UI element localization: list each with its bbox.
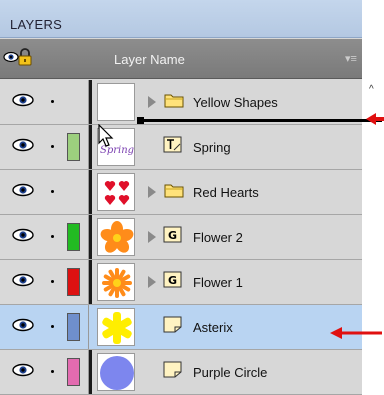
layer-visibility-cell bbox=[0, 125, 89, 169]
annotation-arrow-icon bbox=[330, 327, 382, 339]
layer-row[interactable]: G Flower 1 bbox=[0, 260, 362, 305]
layers-panel: LAYERS Layer Name ▾≡ Yellow Shapes Spring… bbox=[0, 0, 362, 395]
layer-thumbnail[interactable] bbox=[97, 308, 135, 346]
layer-thumbnail[interactable] bbox=[97, 173, 135, 211]
lock-toggle[interactable] bbox=[51, 370, 54, 373]
layer-color-swatch[interactable] bbox=[67, 358, 80, 386]
svg-text:G: G bbox=[168, 274, 177, 287]
layer-visibility-cell bbox=[0, 350, 89, 394]
layer-row[interactable]: G Flower 2 bbox=[0, 215, 362, 260]
layer-thumbnail[interactable] bbox=[97, 218, 135, 256]
layer-name[interactable]: Red Hearts bbox=[193, 185, 259, 200]
scroll-up-icon[interactable]: ^ bbox=[369, 84, 374, 95]
expand-triangle-icon[interactable] bbox=[148, 276, 156, 288]
layer-row[interactable]: Purple Circle bbox=[0, 350, 362, 395]
eye-icon[interactable] bbox=[11, 93, 35, 107]
lock-toggle[interactable] bbox=[51, 100, 54, 103]
panel-title-bar[interactable]: LAYERS bbox=[0, 0, 362, 38]
panel-menu-icon[interactable]: ▾≡ bbox=[345, 52, 357, 65]
layer-thumbnail[interactable] bbox=[97, 83, 135, 121]
layer-visibility-cell bbox=[0, 170, 89, 214]
layer-color-swatch[interactable] bbox=[67, 223, 80, 251]
eye-icon[interactable] bbox=[11, 228, 35, 242]
layer-visibility-cell bbox=[0, 260, 89, 304]
eye-icon[interactable] bbox=[11, 183, 35, 197]
panel-title: LAYERS bbox=[10, 17, 63, 32]
group-icon: G bbox=[163, 226, 183, 244]
svg-text:G: G bbox=[168, 229, 177, 242]
expand-triangle-icon[interactable] bbox=[148, 96, 156, 108]
shape-icon bbox=[163, 316, 183, 334]
folder-icon bbox=[164, 181, 184, 199]
folder-icon bbox=[164, 91, 184, 109]
eye-icon[interactable] bbox=[3, 50, 19, 64]
eye-icon[interactable] bbox=[11, 363, 35, 377]
layer-color-swatch[interactable] bbox=[67, 133, 80, 161]
expand-triangle-icon[interactable] bbox=[148, 231, 156, 243]
lock-toggle[interactable] bbox=[51, 145, 54, 148]
layer-name[interactable]: Flower 2 bbox=[193, 230, 243, 245]
eye-icon[interactable] bbox=[11, 318, 35, 332]
lock-toggle[interactable] bbox=[51, 280, 54, 283]
eye-icon[interactable] bbox=[11, 273, 35, 287]
group-icon: G bbox=[163, 271, 183, 289]
eye-icon[interactable] bbox=[11, 138, 35, 152]
layer-row[interactable]: Asterix bbox=[0, 305, 362, 350]
drop-indicator-node bbox=[137, 117, 144, 124]
layer-color-swatch[interactable] bbox=[67, 268, 80, 296]
layer-visibility-cell bbox=[0, 80, 89, 124]
drop-indicator-line bbox=[138, 119, 382, 122]
layer-thumbnail[interactable] bbox=[97, 263, 135, 301]
layer-name-column-header[interactable]: Layer Name bbox=[114, 52, 185, 67]
lock-icon[interactable] bbox=[18, 48, 32, 66]
layer-name[interactable]: Asterix bbox=[193, 320, 233, 335]
layer-visibility-cell bbox=[0, 215, 89, 259]
cursor-icon bbox=[98, 124, 114, 147]
shape-icon bbox=[163, 361, 183, 379]
annotation-arrow-icon bbox=[366, 113, 384, 125]
layer-thumbnail[interactable] bbox=[97, 353, 135, 391]
layer-visibility-cell bbox=[0, 305, 89, 349]
layer-name[interactable]: Yellow Shapes bbox=[193, 95, 278, 110]
layer-row[interactable]: Spring Spring bbox=[0, 125, 362, 170]
layer-name[interactable]: Flower 1 bbox=[193, 275, 243, 290]
expand-triangle-icon[interactable] bbox=[148, 186, 156, 198]
lock-toggle[interactable] bbox=[51, 235, 54, 238]
layer-row[interactable]: Red Hearts bbox=[0, 170, 362, 215]
layer-name[interactable]: Purple Circle bbox=[193, 365, 267, 380]
column-header: Layer Name ▾≡ bbox=[0, 39, 362, 79]
layer-color-swatch[interactable] bbox=[67, 313, 80, 341]
layer-name[interactable]: Spring bbox=[193, 140, 231, 155]
text-icon bbox=[163, 136, 183, 154]
lock-toggle[interactable] bbox=[51, 190, 54, 193]
lock-toggle[interactable] bbox=[51, 325, 54, 328]
